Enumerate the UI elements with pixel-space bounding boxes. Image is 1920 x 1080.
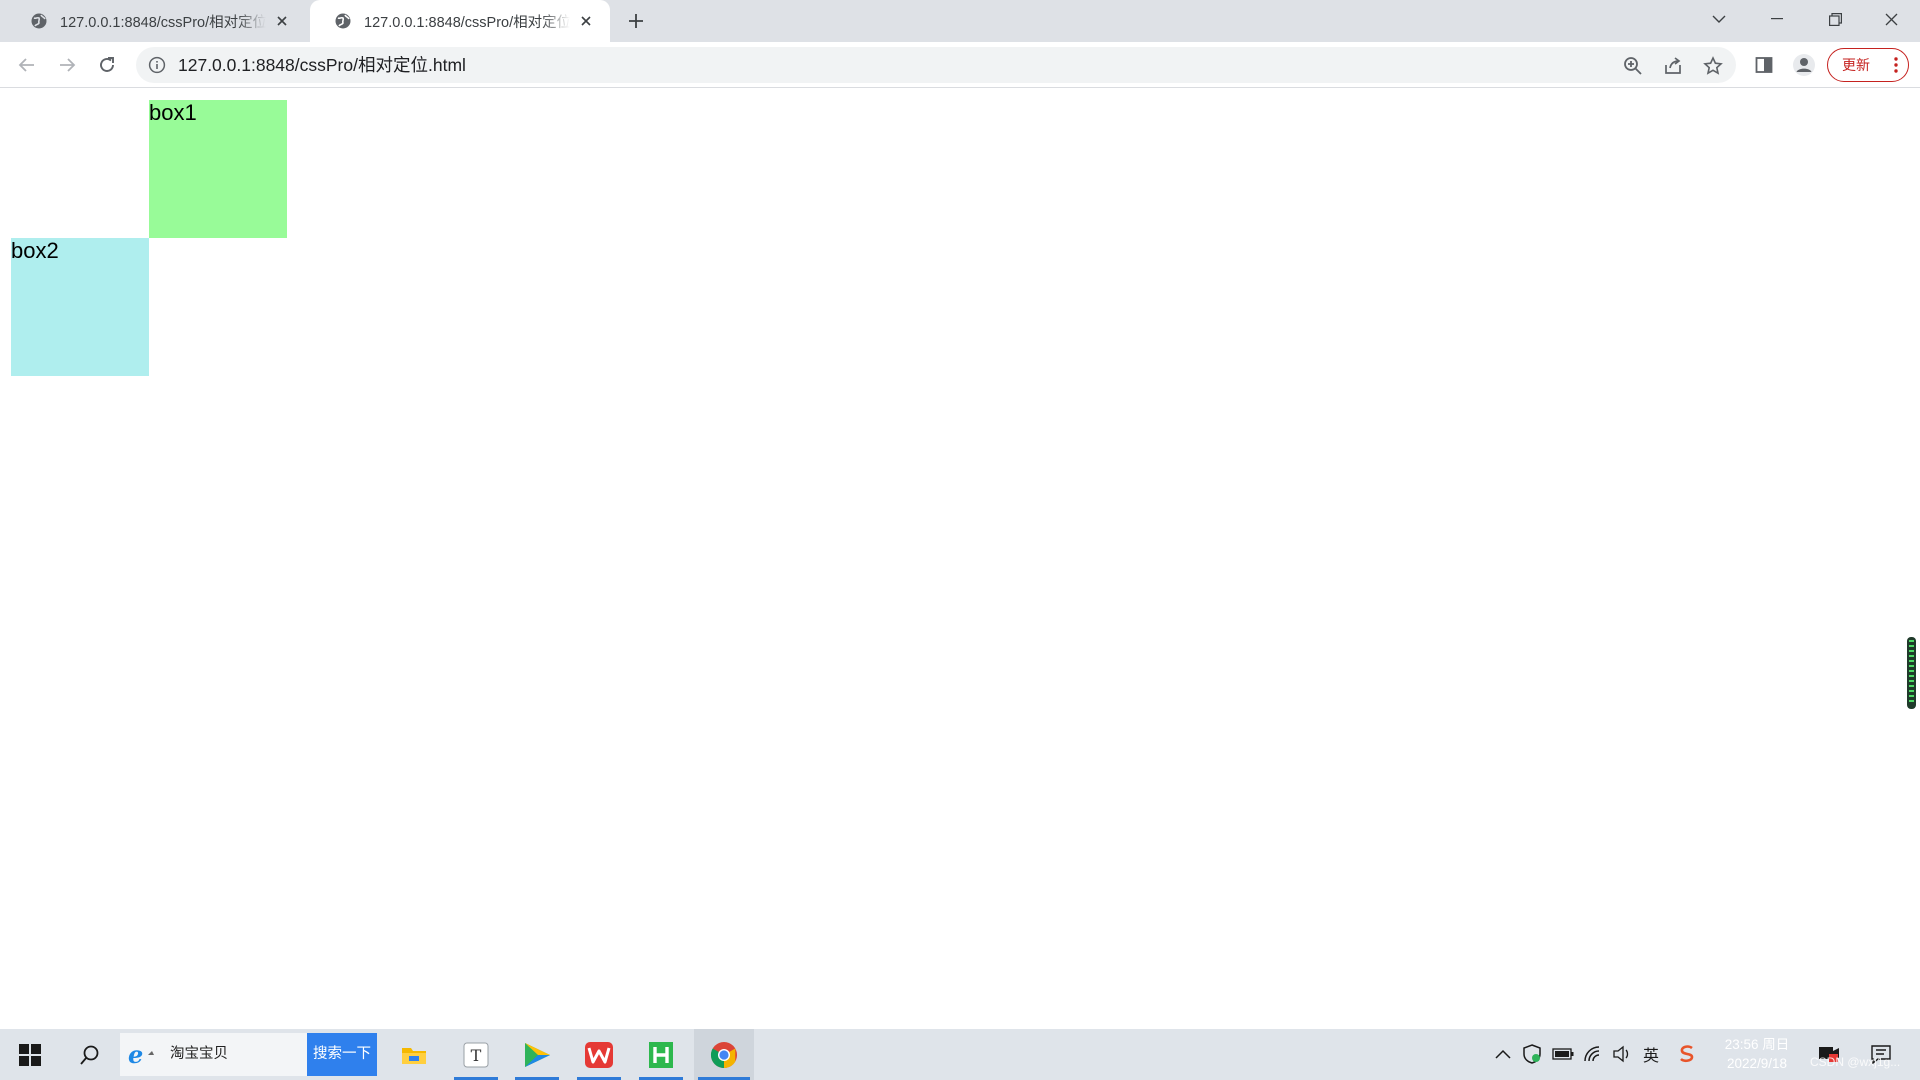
tab-2-active[interactable]: 127.0.0.1:8848/cssPro/相对定位.html	[310, 0, 610, 42]
search-icon	[80, 1045, 99, 1065]
svg-text:T: T	[471, 1046, 482, 1065]
address-bar[interactable]: 127.0.0.1:8848/cssPro/相对定位.html	[136, 47, 1736, 83]
wps-icon	[585, 1041, 613, 1068]
file-explorer-app[interactable]	[392, 1029, 436, 1080]
taskbar: e 淘宝宝贝 搜索一下 T 英 23:56 周日 2022/9/18	[0, 1029, 1920, 1080]
video-player-app[interactable]	[511, 1029, 563, 1080]
chrome-app[interactable]	[694, 1029, 754, 1080]
clock-time: 23:56 周日	[1724, 1037, 1790, 1052]
zoom-icon[interactable]	[1622, 55, 1644, 77]
plus-icon	[629, 14, 643, 28]
search-go-button[interactable]: 搜索一下	[307, 1033, 377, 1076]
folder-icon	[402, 1047, 426, 1064]
page-viewport: box1 box2	[0, 89, 1920, 1029]
box1: box1	[149, 100, 287, 238]
sogou-icon[interactable]	[1676, 1043, 1698, 1065]
browser-titlebar: 127.0.0.1:8848/cssPro/相对定位.html 127.0.0.…	[0, 0, 1920, 42]
minimize-button[interactable]	[1748, 0, 1806, 38]
search-field-text[interactable]: 淘宝宝贝	[170, 1033, 228, 1076]
back-button[interactable]	[12, 50, 42, 80]
restore-button[interactable]	[1806, 0, 1864, 38]
share-icon[interactable]	[1662, 55, 1684, 77]
hbuilder-icon	[649, 1041, 673, 1068]
clock-date: 2022/9/18	[1726, 1056, 1788, 1071]
close-icon[interactable]	[576, 11, 596, 31]
chevron-down-icon	[1712, 15, 1726, 23]
hbuilder-app[interactable]	[635, 1029, 687, 1080]
wps-office-app[interactable]	[573, 1029, 625, 1080]
play-icon	[525, 1042, 550, 1067]
reload-button[interactable]	[92, 50, 122, 80]
tab-search-button[interactable]	[1690, 0, 1748, 38]
box2: box2	[11, 238, 149, 376]
globe-icon	[334, 12, 352, 30]
new-tab-button[interactable]	[624, 9, 648, 33]
tab-title: 127.0.0.1:8848/cssPro/相对定位.html	[364, 14, 570, 31]
chrome-icon	[710, 1041, 737, 1068]
reload-icon	[100, 57, 114, 72]
more-vert-icon	[1894, 57, 1898, 76]
security-shield-icon[interactable]	[1521, 1043, 1543, 1065]
info-icon[interactable]	[148, 56, 166, 74]
battery-icon[interactable]	[1552, 1043, 1574, 1065]
box2-label: box2	[11, 238, 59, 263]
svg-text:e: e	[128, 1043, 143, 1067]
volume-icon[interactable]	[1611, 1043, 1633, 1065]
chevron-up-icon[interactable]	[1492, 1043, 1514, 1065]
wifi-icon[interactable]	[1582, 1043, 1604, 1065]
tab-title: 127.0.0.1:8848/cssPro/相对定位.html	[60, 14, 266, 31]
system-clock[interactable]: 23:56 周日 2022/9/18	[1712, 1035, 1802, 1073]
arrow-right-icon	[60, 58, 76, 72]
close-window-button[interactable]	[1862, 0, 1920, 38]
windows-logo-icon	[19, 1043, 41, 1066]
person-icon	[1793, 54, 1815, 76]
update-label: 更新	[1842, 57, 1870, 73]
bookmark-star-icon[interactable]	[1702, 55, 1724, 77]
ime-indicator[interactable]: 英	[1640, 1043, 1662, 1065]
typora-icon: T	[463, 1042, 489, 1067]
forward-button[interactable]	[52, 50, 82, 80]
floating-widget[interactable]	[1907, 637, 1916, 709]
update-button[interactable]: 更新	[1827, 48, 1909, 82]
globe-icon	[30, 12, 48, 30]
csdn-watermark: CSDN @wxj1g...	[1810, 1055, 1901, 1069]
taskbar-search-widget[interactable]: e 淘宝宝贝 搜索一下	[120, 1033, 377, 1076]
close-icon	[1885, 13, 1897, 25]
start-button[interactable]	[8, 1029, 52, 1080]
profile-avatar[interactable]	[1792, 53, 1816, 77]
minimize-icon	[1771, 18, 1783, 20]
close-icon[interactable]	[272, 11, 292, 31]
address-text[interactable]: 127.0.0.1:8848/cssPro/相对定位.html	[178, 47, 466, 83]
arrow-left-icon	[18, 58, 34, 72]
ie-browser-icon: e	[128, 1040, 158, 1071]
browser-toolbar: 127.0.0.1:8848/cssPro/相对定位.html 更新	[0, 42, 1920, 88]
taskbar-search-button[interactable]	[68, 1029, 112, 1080]
box1-label: box1	[149, 100, 197, 125]
restore-icon	[1828, 12, 1842, 26]
side-panel-icon[interactable]	[1752, 53, 1776, 77]
typora-app[interactable]: T	[450, 1029, 502, 1080]
tab-1[interactable]: 127.0.0.1:8848/cssPro/相对定位.html	[6, 0, 306, 42]
